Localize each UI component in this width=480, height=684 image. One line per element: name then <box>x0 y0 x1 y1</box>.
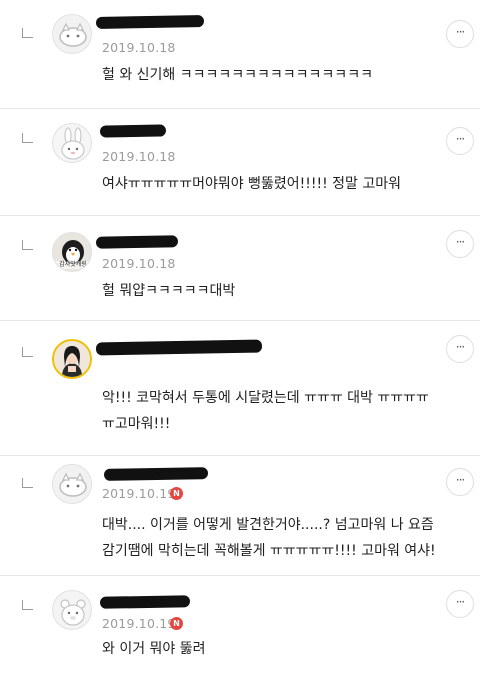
avatar-caption: 감자맛캐링 <box>53 261 91 269</box>
comment-text: 대박.... 이거를 어떻게 발견한거야.....? 넘고마워 나 요즘 감기땜… <box>102 517 436 559</box>
comment-list: 2019.10.18 헐 와 신기해 ㅋㅋㅋㅋㅋㅋㅋㅋㅋㅋㅋㅋㅋㅋㅋ ··· 2… <box>0 0 480 684</box>
comment-item: 악!!! 코막혀서 두통에 시달렸는데 ㅠㅠㅠ 대박 ㅠㅠㅠㅠ ㅠ고마워!!! … <box>0 321 480 455</box>
nickname-redaction <box>95 235 179 249</box>
comment-text: 헐 와 신기해 ㅋㅋㅋㅋㅋㅋㅋㅋㅋㅋㅋㅋㅋㅋㅋ <box>102 67 373 83</box>
more-options-button[interactable]: ··· <box>446 590 474 618</box>
more-options-button[interactable]: ··· <box>446 468 474 496</box>
comment-text: 악!!! 코막혀서 두통에 시달렸는데 ㅠㅠㅠ 대박 ㅠㅠㅠㅠ ㅠ고마워!!! <box>102 390 429 432</box>
more-options-button[interactable]: ··· <box>446 127 474 155</box>
new-badge: N <box>170 617 183 630</box>
pixel-cat-avatar[interactable] <box>52 464 92 504</box>
comment-item: 2019.10.19 N 와 이거 뭐야 뚫려 ··· <box>0 576 480 684</box>
nickname-redaction <box>95 339 263 356</box>
more-options-button[interactable]: ··· <box>446 20 474 48</box>
comment-item: 2019.10.18 여샤ㅠㅠㅠㅠㅠ머야뭐야 뻥뚫렸어!!!!! 정말 고마워 … <box>0 109 480 215</box>
ellipsis-icon: ··· <box>455 132 466 146</box>
nickname-redaction <box>99 595 191 609</box>
comment-item: 2019.10.18 헐 와 신기해 ㅋㅋㅋㅋㅋㅋㅋㅋㅋㅋㅋㅋㅋㅋㅋ ··· <box>0 0 480 108</box>
comment-date: 2019.10.18 <box>102 149 176 164</box>
more-options-button[interactable]: ··· <box>446 335 474 363</box>
comment-text: 여샤ㅠㅠㅠㅠㅠ머야뭐야 뻥뚫렸어!!!!! 정말 고마워 <box>102 176 402 192</box>
penguin-avatar[interactable]: 감자맛캐링 <box>52 232 92 272</box>
ellipsis-icon: ··· <box>455 235 466 249</box>
comment-date: 2019.10.19 <box>102 616 176 631</box>
reply-indicator-icon <box>22 28 33 38</box>
nickname-redaction <box>103 467 209 481</box>
ellipsis-icon: ··· <box>455 595 466 609</box>
comment-item: 감자맛캐링 2019.10.18 헐 뭐얍ㅋㅋㅋㅋㅋ대박 ··· <box>0 216 480 320</box>
nickname-redaction <box>99 124 167 138</box>
nickname-redaction <box>95 15 205 29</box>
reply-indicator-icon <box>22 133 33 143</box>
bunny-avatar[interactable] <box>52 123 92 163</box>
comment-item: 2019.10.19 N 대박.... 이거를 어떻게 발견한거야.....? … <box>0 456 480 575</box>
comment-date: 2019.10.19 <box>102 486 176 501</box>
more-options-button[interactable]: ··· <box>446 230 474 258</box>
new-badge: N <box>170 487 183 500</box>
reply-indicator-icon <box>22 240 33 250</box>
reply-indicator-icon <box>22 600 33 610</box>
comment-date: 2019.10.18 <box>102 40 176 55</box>
person-photo-avatar[interactable] <box>52 339 92 379</box>
comment-text: 헐 뭐얍ㅋㅋㅋㅋㅋ대박 <box>102 283 236 299</box>
bear-avatar[interactable] <box>52 590 92 630</box>
comment-text: 와 이거 뭐야 뚫려 <box>102 641 206 657</box>
reply-indicator-icon <box>22 347 33 357</box>
comment-date: 2019.10.18 <box>102 256 176 271</box>
ellipsis-icon: ··· <box>455 473 466 487</box>
ellipsis-icon: ··· <box>455 25 466 39</box>
ellipsis-icon: ··· <box>455 340 466 354</box>
reply-indicator-icon <box>22 478 33 488</box>
pixel-cat-avatar[interactable] <box>52 14 92 54</box>
